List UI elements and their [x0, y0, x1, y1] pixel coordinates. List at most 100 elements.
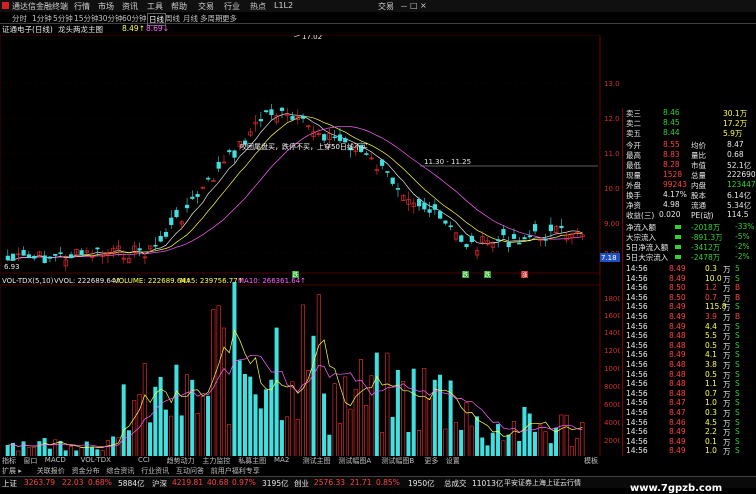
indicator-tab[interactable]: 指标	[2, 456, 16, 466]
extension-tab[interactable]: 综合资讯	[106, 466, 134, 476]
menu-market[interactable]: 市场	[98, 1, 114, 12]
trade-price: 8.49	[669, 436, 686, 446]
sell-level-volume: 5.9万	[723, 129, 743, 138]
period-tab[interactable]: 周线	[165, 13, 180, 24]
fund-flow-percent: -33%	[735, 222, 755, 231]
total-value: 11013亿	[472, 479, 504, 488]
indicator-tab[interactable]: 测试幅图B	[381, 456, 414, 466]
period-tab[interactable]: 30分钟	[98, 13, 123, 24]
extension-tab[interactable]: 关联报价	[37, 466, 65, 476]
extension-tab[interactable]: 互动问答	[176, 466, 204, 476]
period-tab[interactable]: 月线	[183, 13, 198, 24]
quote-label: PE(动)	[691, 211, 714, 220]
volume-bar	[232, 282, 237, 472]
period-tab[interactable]: 5分钟	[53, 13, 73, 24]
menu-help[interactable]: 帮助	[171, 1, 187, 12]
trade-tape-row: 14:56 8.46 4.5 万 S	[623, 418, 756, 428]
kline-chart[interactable]: 13.0012.0011.0010.009.008.007.18 17.026.…	[0, 33, 626, 476]
trade-button[interactable]: 交易	[378, 1, 394, 12]
cy-label[interactable]: 创业	[294, 478, 309, 489]
close-button[interactable]: ×	[420, 1, 427, 10]
volume-bar	[211, 309, 216, 472]
indicator-tab[interactable]: 窗口	[23, 456, 37, 466]
menu-hot[interactable]: 热点	[250, 1, 266, 12]
extension-tab[interactable]: 前用户福利专享	[211, 466, 260, 476]
price-axis-label: 11.00	[604, 150, 620, 158]
trade-tape-row: 14:56 8.48 3.8 万 S	[623, 360, 756, 370]
maximize-button[interactable]: □	[410, 1, 418, 10]
indicator-tab[interactable]: 设置	[446, 456, 460, 466]
menu-trade[interactable]: 交易	[198, 1, 214, 12]
minimize-button[interactable]: －	[400, 1, 408, 12]
indicator-tab[interactable]: 更多	[424, 456, 438, 466]
candle-body	[153, 244, 158, 247]
menu-tools[interactable]: 工具	[147, 1, 163, 12]
cy-percent: 0.85%	[376, 478, 400, 487]
candle-body	[416, 198, 422, 207]
candle-body	[337, 134, 343, 141]
trade-volume: 1.0	[705, 446, 717, 456]
volume-bar	[237, 360, 242, 472]
trade-direction: S	[735, 350, 740, 360]
trade-tape-row: 14:56 8.47 0.3 万 S	[623, 408, 756, 418]
chart-area[interactable]: 13.0012.0011.0010.009.008.007.18 17.026.…	[0, 33, 626, 476]
trade-price: 8.49	[669, 302, 686, 312]
app-logo-icon	[2, 2, 9, 9]
trade-tape-row: 14:56 8.50 1.2 万 B	[623, 283, 756, 293]
indicator-tab[interactable]: 私募主图	[238, 456, 266, 466]
stock-name[interactable]: 证通电子(日线)	[2, 24, 53, 35]
indicator-tab[interactable]: 测试主图	[303, 456, 331, 466]
candle-body	[95, 247, 100, 250]
indicator-tab[interactable]: VOL-TDX	[81, 456, 111, 464]
template-tab[interactable]: 模板	[584, 456, 598, 466]
fund-flow-row: 净流入额 -2018万 -33%	[623, 222, 756, 232]
candle-body	[559, 225, 564, 229]
trade-time: 14:56	[626, 379, 648, 389]
period-tab[interactable]: 分时	[12, 13, 27, 24]
hs-label[interactable]: 沪深	[152, 478, 167, 489]
period-tab[interactable]: 15分钟	[74, 13, 99, 24]
trade-price: 8.49	[669, 273, 686, 283]
menu-quotes[interactable]: 行情	[74, 1, 90, 12]
vol-title: VOL-TDX(5,10)	[2, 277, 54, 285]
period-tab[interactable]: 更多	[222, 13, 237, 24]
trade-direction: B	[735, 312, 741, 321]
menu-news[interactable]: 资讯	[122, 1, 138, 12]
indicator-tab[interactable]: MACD	[45, 456, 66, 464]
ma-line	[7, 116, 583, 261]
trade-time: 14:56	[626, 427, 648, 437]
indicator-tab[interactable]: 测试幅图A	[338, 456, 371, 466]
signal-tag-label: 跌	[463, 271, 469, 279]
price-axis-label: 13.00	[604, 80, 620, 88]
trade-time: 14:56	[626, 264, 648, 273]
candle-body	[464, 244, 469, 248]
trade-direction: S	[735, 302, 740, 312]
extension-tab[interactable]: 资金分布	[72, 466, 100, 476]
indicator-tab[interactable]: MA2	[274, 456, 289, 464]
period-tab[interactable]: 多周期	[200, 13, 223, 24]
trade-tape-row: 14:56 8.48 5.5 万 S	[623, 331, 756, 341]
candle-body	[343, 138, 348, 143]
menu-l1l2[interactable]: L1L2	[274, 1, 293, 10]
price-axis-label: 10.00	[604, 185, 620, 193]
indicator-tab[interactable]: 主力监控	[202, 456, 230, 466]
sh-label[interactable]: 上证	[2, 478, 17, 489]
fund-flow-row: 5日净流入额 -3412万 -2%	[623, 242, 756, 252]
fund-flow-bar	[675, 255, 681, 259]
quote-row: 换手 4.17% 股本 6.14亿	[623, 190, 756, 200]
candle-body	[79, 250, 84, 256]
indicator-name[interactable]: 龙头两龙主图	[58, 24, 103, 35]
period-tab[interactable]: 60分钟	[122, 13, 147, 24]
indicator-tab[interactable]: CCI	[138, 456, 150, 464]
strategy-annotation: 咬团尾盘买，跌停不买，上穿50日线不买	[240, 142, 368, 151]
candle-body	[469, 235, 474, 243]
period-tab[interactable]: 1分钟	[32, 13, 52, 24]
vol-axis-label: 8000	[604, 383, 620, 391]
volume-bars	[5, 282, 585, 472]
indicator-tab[interactable]: 趋势动力	[167, 456, 195, 466]
extension-tab[interactable]: 扩展 ▸	[2, 466, 22, 476]
trade-direction: S	[735, 427, 740, 437]
extension-tab[interactable]: 行业资讯	[141, 466, 169, 476]
menu-industry[interactable]: 行业	[224, 1, 240, 12]
high-label: 17.02	[302, 35, 322, 41]
